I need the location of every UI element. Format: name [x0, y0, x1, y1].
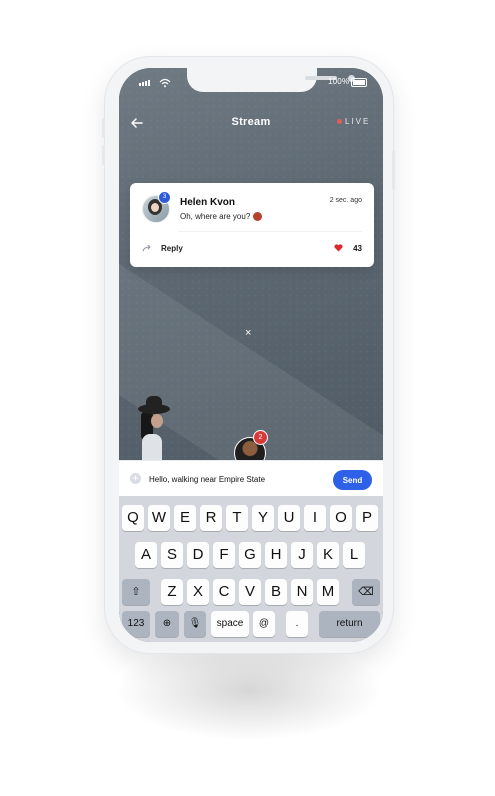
key-y[interactable]: Y	[252, 505, 274, 531]
heart-icon[interactable]	[334, 244, 343, 252]
notch	[187, 68, 355, 92]
key-r[interactable]: R	[200, 505, 222, 531]
numbers-key[interactable]: 123	[122, 611, 150, 637]
key-a[interactable]: A	[135, 542, 157, 568]
comment-time: 2 sec. ago	[329, 197, 362, 204]
shift-key[interactable]: ⇧	[122, 579, 150, 605]
comment-count-badge: 3	[158, 191, 171, 204]
close-icon[interactable]: ×	[245, 327, 251, 339]
key-d[interactable]: D	[187, 542, 209, 568]
plus-icon[interactable]: +	[130, 473, 141, 484]
key-h[interactable]: H	[265, 542, 287, 568]
key-b[interactable]: B	[265, 579, 287, 605]
space-key[interactable]: space	[211, 611, 249, 637]
key-w[interactable]: W	[148, 505, 170, 531]
key-n[interactable]: N	[291, 579, 313, 605]
key-v[interactable]: V	[239, 579, 261, 605]
live-indicator: LIVE	[337, 117, 370, 126]
key-k[interactable]: K	[317, 542, 339, 568]
key-j[interactable]: J	[291, 542, 313, 568]
comment-author: Helen Kvon	[180, 197, 236, 208]
reply-button[interactable]: Reply	[161, 244, 183, 253]
microphone-key[interactable]: 🎙	[184, 611, 206, 637]
message-input[interactable]	[149, 472, 309, 486]
key-q[interactable]: Q	[122, 505, 144, 531]
message-composer: + Send	[119, 460, 383, 497]
keyboard: Q W E R T Y U I O P A S D F G H J K L ⇧ …	[119, 496, 383, 642]
viewer-count-badge: 2	[253, 430, 268, 445]
key-z[interactable]: Z	[161, 579, 183, 605]
battery-percent: 100%	[328, 77, 350, 86]
key-g[interactable]: G	[239, 542, 261, 568]
return-key[interactable]: return	[319, 611, 380, 637]
comment-card[interactable]: 3 Helen Kvon 2 sec. ago Oh, where are yo…	[130, 183, 374, 267]
key-o[interactable]: O	[330, 505, 352, 531]
key-m[interactable]: M	[317, 579, 339, 605]
wifi-icon	[159, 78, 171, 88]
key-c[interactable]: C	[213, 579, 235, 605]
streamer-figure	[137, 396, 171, 460]
phone-screen: 100% Stream LIVE 3 Helen Kvon 2 sec. ago…	[119, 68, 383, 642]
key-t[interactable]: T	[226, 505, 248, 531]
key-l[interactable]: L	[343, 542, 365, 568]
key-f[interactable]: F	[213, 542, 235, 568]
send-button[interactable]: Send	[333, 470, 372, 490]
power-button	[392, 150, 395, 190]
globe-key[interactable]: ⊕	[155, 611, 179, 637]
live-label: LIVE	[345, 117, 371, 126]
like-count: 43	[353, 244, 362, 253]
emoji-icon	[253, 212, 263, 222]
divider	[178, 231, 362, 232]
phone-shadow	[118, 640, 380, 740]
key-p[interactable]: P	[356, 505, 378, 531]
at-key[interactable]: @	[253, 611, 275, 637]
comment-message: Oh, where are you?	[180, 212, 251, 221]
volume-down-button	[102, 145, 105, 165]
volume-up-button	[102, 118, 105, 138]
live-dot	[337, 119, 342, 125]
key-i[interactable]: I	[304, 505, 326, 531]
signal-icon	[139, 80, 150, 86]
delete-key[interactable]: ⌫	[352, 579, 380, 605]
key-e[interactable]: E	[174, 505, 196, 531]
comment-message-wrap: Oh, where are you?	[180, 212, 263, 222]
period-key[interactable]: .	[286, 611, 308, 637]
key-x[interactable]: X	[187, 579, 209, 605]
key-u[interactable]: U	[278, 505, 300, 531]
battery-icon	[351, 78, 367, 87]
reply-icon[interactable]	[142, 245, 152, 253]
key-s[interactable]: S	[161, 542, 183, 568]
